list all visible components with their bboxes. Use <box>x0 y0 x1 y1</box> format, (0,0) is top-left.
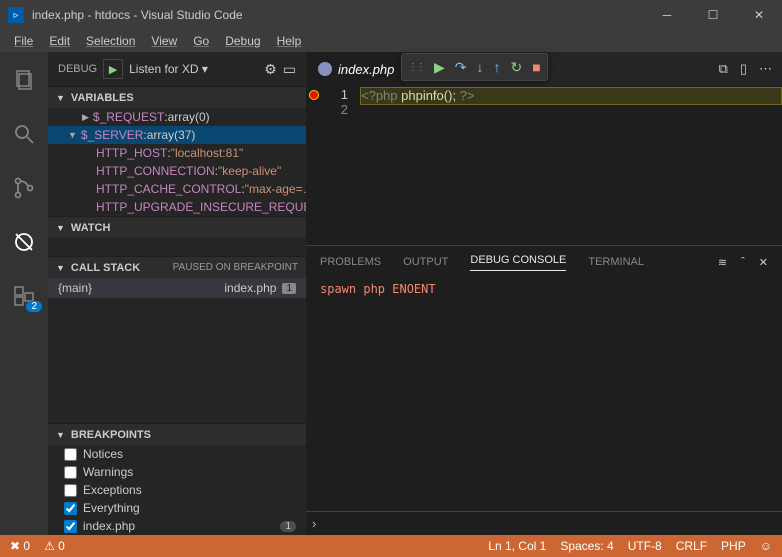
menu-selection[interactable]: Selection <box>78 32 143 50</box>
breakpoint-file[interactable]: index.php1 <box>48 517 306 535</box>
extensions-icon[interactable]: 2 <box>0 276 48 316</box>
clear-console-icon[interactable]: ≋ <box>718 256 727 269</box>
close-panel-icon[interactable]: ✕ <box>759 256 768 269</box>
debug-settings-icon[interactable]: ⚙ <box>264 61 277 78</box>
step-out-button[interactable]: ↑ <box>494 59 501 75</box>
status-position[interactable]: Ln 1, Col 1 <box>488 539 546 553</box>
menu-help[interactable]: Help <box>269 32 310 50</box>
breakpoint-everything[interactable]: Everything <box>48 499 306 517</box>
tab-output[interactable]: OUTPUT <box>403 256 448 268</box>
menu-go[interactable]: Go <box>185 32 217 50</box>
continue-button[interactable]: ▶ <box>434 59 445 76</box>
php-icon <box>318 62 332 76</box>
debug-toolbar[interactable]: ⋮⋮ ▶ ↷ ↓ ↑ ↻ ■ <box>401 53 548 81</box>
breakpoint-checkbox[interactable] <box>64 466 77 479</box>
restart-button[interactable]: ↻ <box>511 59 523 76</box>
step-over-button[interactable]: ↷ <box>455 59 467 76</box>
step-into-button[interactable]: ↓ <box>477 59 484 75</box>
code-editor[interactable]: 1 2 <?php phpinfo(); ?> <box>306 86 782 245</box>
status-encoding[interactable]: UTF-8 <box>628 539 662 553</box>
bottom-panel: PROBLEMS OUTPUT DEBUG CONSOLE TERMINAL ≋… <box>306 245 782 535</box>
breakpoint-checkbox[interactable] <box>64 520 77 533</box>
stack-frame[interactable]: {main} index.php 1 <box>48 278 306 298</box>
variable-row[interactable]: ▶$_REQUEST: array(0) <box>48 108 306 126</box>
console-input[interactable]: › <box>306 511 782 535</box>
close-button[interactable]: ✕ <box>736 0 782 30</box>
console-output: spawn php ENOENT <box>306 278 782 511</box>
variable-row[interactable]: ▼$_SERVER: array(37) <box>48 126 306 144</box>
status-errors[interactable]: ✖ 0 <box>10 539 30 553</box>
window-title: index.php - htdocs - Visual Studio Code <box>32 8 644 22</box>
search-icon[interactable] <box>0 114 48 154</box>
extensions-badge: 2 <box>26 301 42 312</box>
code-line[interactable]: <?php phpinfo(); ?> <box>360 87 782 105</box>
variable-row[interactable]: HTTP_CONNECTION: "keep-alive" <box>48 162 306 180</box>
variables-header[interactable]: ▼VARIABLES <box>48 86 306 108</box>
stop-button[interactable]: ■ <box>532 59 540 75</box>
drag-handle-icon[interactable]: ⋮⋮ <box>408 62 424 73</box>
menubar: File Edit Selection View Go Debug Help <box>0 30 782 52</box>
debug-icon[interactable] <box>0 222 48 262</box>
debug-console-icon[interactable]: ▭ <box>283 61 296 78</box>
more-icon[interactable]: ⋯ <box>759 61 772 77</box>
explorer-icon[interactable] <box>0 60 48 100</box>
split-editor-icon[interactable]: ⧉ <box>719 61 728 77</box>
breakpoint-warnings[interactable]: Warnings <box>48 463 306 481</box>
breakpoints-header[interactable]: ▼BREAKPOINTS <box>48 423 306 445</box>
menu-file[interactable]: File <box>6 32 41 50</box>
tab-index-php[interactable]: index.php <box>306 52 407 86</box>
debug-config-select[interactable]: Listen for XD ▾ <box>129 62 258 76</box>
variable-row[interactable]: HTTP_UPGRADE_INSECURE_REQUEST… <box>48 198 306 216</box>
titlebar: ▹ index.php - htdocs - Visual Studio Cod… <box>0 0 782 30</box>
tab-problems[interactable]: PROBLEMS <box>320 256 381 268</box>
breakpoint-marker[interactable] <box>309 90 319 100</box>
status-eol[interactable]: CRLF <box>676 539 707 553</box>
scm-icon[interactable] <box>0 168 48 208</box>
layout-icon[interactable]: ▯ <box>740 61 747 77</box>
minimize-button[interactable]: ─ <box>644 0 690 30</box>
breakpoint-notices[interactable]: Notices <box>48 445 306 463</box>
breakpoint-checkbox[interactable] <box>64 448 77 461</box>
debug-sidebar: DEBUG ▶ Listen for XD ▾ ⚙ ▭ ▼VARIABLES ▶… <box>48 52 306 535</box>
debug-label: DEBUG <box>58 63 97 75</box>
breakpoint-exceptions[interactable]: Exceptions <box>48 481 306 499</box>
vscode-icon: ▹ <box>8 7 24 23</box>
tab-terminal[interactable]: TERMINAL <box>588 256 644 268</box>
tab-bar: index.php ⋮⋮ ▶ ↷ ↓ ↑ ↻ ■ ⧉ ▯ ⋯ <box>306 52 782 86</box>
status-feedback-icon[interactable]: ☺ <box>760 539 772 553</box>
editor-area: index.php ⋮⋮ ▶ ↷ ↓ ↑ ↻ ■ ⧉ ▯ ⋯ 1 2 <box>306 52 782 535</box>
variable-row[interactable]: HTTP_HOST: "localhost:81" <box>48 144 306 162</box>
variable-row[interactable]: HTTP_CACHE_CONTROL: "max-age=… <box>48 180 306 198</box>
menu-view[interactable]: View <box>143 32 185 50</box>
start-debug-button[interactable]: ▶ <box>103 59 123 79</box>
tab-debug-console[interactable]: DEBUG CONSOLE <box>470 254 566 271</box>
status-language[interactable]: PHP <box>721 539 746 553</box>
watch-header[interactable]: ▼WATCH <box>48 216 306 238</box>
line-numbers: 1 2 <box>322 86 360 245</box>
code-line[interactable] <box>360 105 782 123</box>
status-bar: ✖ 0 ⚠ 0 Ln 1, Col 1 Spaces: 4 UTF-8 CRLF… <box>0 535 782 557</box>
breakpoint-checkbox[interactable] <box>64 502 77 515</box>
breakpoint-checkbox[interactable] <box>64 484 77 497</box>
menu-edit[interactable]: Edit <box>41 32 78 50</box>
collapse-panel-icon[interactable]: ˆ <box>741 256 745 269</box>
activity-bar: 2 <box>0 52 48 535</box>
status-warnings[interactable]: ⚠ 0 <box>44 539 65 553</box>
callstack-header[interactable]: ▼CALL STACKPAUSED ON BREAKPOINT <box>48 256 306 278</box>
maximize-button[interactable]: ☐ <box>690 0 736 30</box>
status-spaces[interactable]: Spaces: 4 <box>560 539 613 553</box>
menu-debug[interactable]: Debug <box>217 32 268 50</box>
breakpoint-gutter[interactable] <box>306 86 322 245</box>
